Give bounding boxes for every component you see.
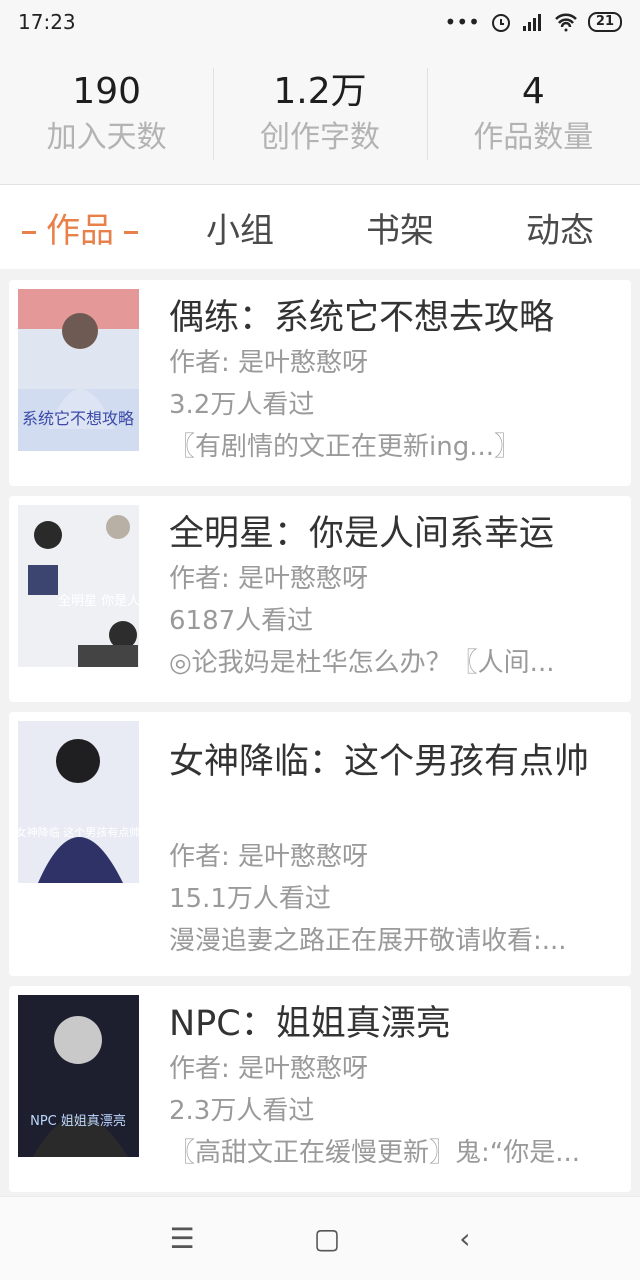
tab-groups[interactable]: 小组 [160, 203, 320, 252]
work-title[interactable]: NPC：姐姐真漂亮 [169, 1000, 625, 1048]
work-card[interactable]: NPC 姐姐真漂亮 NPC：姐姐真漂亮 作者: 是叶憨憨呀 2.3万人看过 〖高… [9, 986, 631, 1192]
work-author: 作者: 是叶憨憨呀 [169, 842, 369, 872]
cover-title-text: 系统它不想攻略 [22, 409, 134, 428]
system-nav-bar: ☰ ▢ ‹ [0, 1196, 640, 1280]
cover-title-text: 女神降临 这个男孩有点帅 [18, 825, 139, 839]
stat-words-label: 创作字数 [259, 120, 380, 155]
stat-works-value: 4 [521, 71, 545, 112]
work-title[interactable]: 偶练：系统它不想去攻略 [169, 294, 625, 342]
tab-bookshelf-label: 书架 [366, 210, 434, 251]
cover-title-text: NPC 姐姐真漂亮 [30, 1113, 126, 1129]
tab-activity-label: 动态 [526, 210, 594, 251]
book-cover-image: 全明星 你是人间系幸运 [18, 505, 139, 667]
stat-works: 4 作品数量 [426, 44, 640, 184]
stat-days: 190 加入天数 [0, 44, 213, 184]
alarm-icon [491, 14, 510, 32]
profile-stats: 190 加入天数 1.2万 创作字数 4 作品数量 [0, 44, 640, 185]
work-info: NPC：姐姐真漂亮 作者: 是叶憨憨呀 2.3万人看过 〖高甜文正在缓慢更新〗鬼… [169, 1000, 625, 1174]
home-icon[interactable]: ▢ [314, 1222, 340, 1255]
work-views: 3.2万人看过 [169, 390, 315, 420]
work-desc: ◎论我妈是杜华怎么办？〖人间... [169, 648, 555, 678]
signal-icon [522, 14, 541, 31]
back-icon[interactable]: ‹ [459, 1222, 470, 1255]
stat-days-label: 加入天数 [46, 120, 167, 155]
work-author: 作者: 是叶憨憨呀 [169, 564, 369, 594]
work-card[interactable]: 系统它不想攻略 偶练：系统它不想去攻略 作者: 是叶憨憨呀 3.2万人看过 〖有… [9, 280, 631, 486]
work-info: 女神降临：这个男孩有点帅 作者: 是叶憨憨呀 15.1万人看过 漫漫追妻之路正在… [169, 736, 625, 962]
work-title[interactable]: 全明星：你是人间系幸运 [169, 510, 625, 558]
tab-groups-label: 小组 [206, 210, 274, 251]
work-desc: 〖有剧情的文正在更新ing...〗 [169, 432, 521, 462]
book-cover-image: 系统它不想攻略 [18, 289, 139, 451]
menu-icon[interactable]: ☰ [170, 1222, 195, 1255]
works-list: 系统它不想攻略 偶练：系统它不想去攻略 作者: 是叶憨憨呀 3.2万人看过 〖有… [9, 280, 631, 1202]
status-icons: ••• 21 [445, 10, 622, 34]
book-cover-image: NPC 姐姐真漂亮 [18, 995, 139, 1157]
work-author: 作者: 是叶憨憨呀 [169, 1054, 369, 1084]
wifi-icon [555, 13, 577, 32]
battery-icon: 21 [587, 12, 622, 32]
status-time: 17:23 [18, 10, 76, 34]
work-author: 作者: 是叶憨憨呀 [169, 348, 369, 378]
work-info: 全明星：你是人间系幸运 作者: 是叶憨憨呀 6187人看过 ◎论我妈是杜华怎么办… [169, 510, 625, 684]
stat-days-value: 190 [72, 71, 142, 112]
stat-words-value: 1.2万 [273, 71, 367, 112]
tab-works-label: 作品 [46, 210, 114, 251]
more-dots-icon: ••• [444, 10, 480, 34]
work-card[interactable]: 全明星 你是人间系幸运 全明星：你是人间系幸运 作者: 是叶憨憨呀 6187人看… [9, 496, 631, 702]
stat-works-label: 作品数量 [473, 120, 594, 155]
status-bar: 17:23 ••• 21 [0, 0, 640, 44]
work-views: 15.1万人看过 [169, 884, 331, 914]
work-card[interactable]: 女神降临 这个男孩有点帅 女神降临：这个男孩有点帅 作者: 是叶憨憨呀 15.1… [9, 712, 631, 976]
work-views: 6187人看过 [169, 606, 314, 636]
work-desc: 漫漫追妻之路正在展开敬请收看:... [169, 926, 567, 956]
tab-activity[interactable]: 动态 [480, 203, 640, 252]
tab-bar: 作品 小组 书架 动态 [0, 185, 640, 269]
work-info: 偶练：系统它不想去攻略 作者: 是叶憨憨呀 3.2万人看过 〖有剧情的文正在更新… [169, 294, 625, 468]
cover-title-text: 全明星 你是人间系幸运 [58, 593, 139, 609]
book-cover-image: 女神降临 这个男孩有点帅 [18, 721, 139, 883]
tab-bookshelf[interactable]: 书架 [320, 203, 480, 252]
tab-works[interactable]: 作品 [0, 203, 160, 252]
work-title[interactable]: 女神降临：这个男孩有点帅 [169, 736, 625, 788]
stat-words: 1.2万 创作字数 [213, 44, 426, 184]
work-desc: 〖高甜文正在缓慢更新〗鬼:“你是... [169, 1138, 581, 1168]
work-views: 2.3万人看过 [169, 1096, 315, 1126]
